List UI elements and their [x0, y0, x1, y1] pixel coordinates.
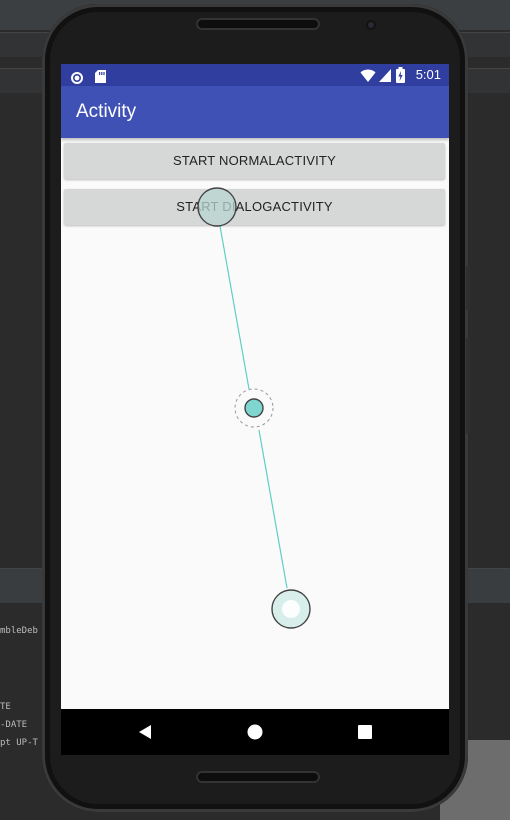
touch-point-bottom	[271, 589, 311, 629]
home-icon[interactable]	[243, 709, 267, 755]
console-line: -DATE	[0, 720, 28, 730]
status-time: 5:01	[415, 67, 441, 82]
wifi-icon	[360, 68, 376, 87]
console-line: TE	[0, 702, 11, 712]
console-line: mbleDeb	[0, 626, 38, 636]
navigation-bar	[61, 709, 449, 755]
volume-rocker[interactable]	[466, 338, 470, 434]
console-line: pt UP-T	[0, 738, 38, 748]
app-bar: Activity	[61, 86, 449, 138]
cellular-signal-icon	[379, 68, 391, 87]
pinch-center-ring	[234, 388, 274, 428]
gesture-trail-line	[219, 225, 250, 390]
pinch-center-point	[244, 398, 264, 418]
recents-icon[interactable]	[353, 709, 377, 755]
back-icon[interactable]	[133, 709, 157, 755]
battery-charging-icon	[396, 67, 405, 87]
app-title: Activity	[76, 101, 137, 122]
power-button[interactable]	[466, 266, 470, 310]
start-normal-activity-button[interactable]: START NORMALACTIVITY	[64, 143, 445, 179]
bottom-speaker	[196, 771, 320, 783]
gesture-trail-line	[258, 429, 288, 589]
sd-card-icon	[95, 68, 106, 87]
status-bar: 5:01	[61, 64, 449, 86]
earpiece-speaker	[196, 18, 320, 30]
front-camera	[366, 20, 376, 30]
device-screen: 5:01 Activity START NORMALACTIVITY START…	[61, 64, 449, 755]
touch-point-bottom-core	[282, 600, 300, 618]
start-dialog-activity-button[interactable]: START DIALOGACTIVITY	[64, 189, 445, 225]
